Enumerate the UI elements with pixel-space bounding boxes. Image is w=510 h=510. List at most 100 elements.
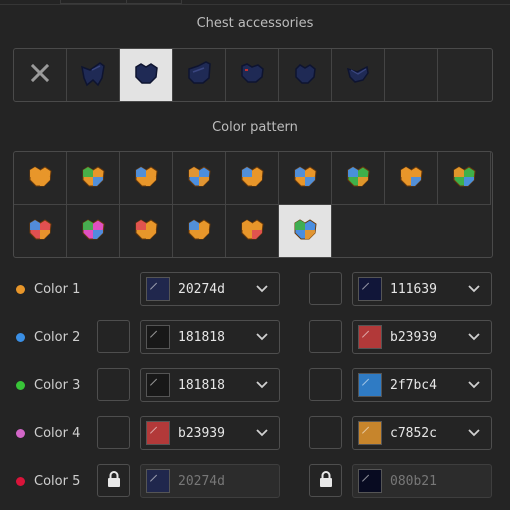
color-2-primary-picker[interactable]: 181818 — [140, 320, 280, 354]
color-4-label-text: Color 4 — [34, 425, 81, 441]
color-1-primary-picker[interactable]: 20274d — [140, 272, 280, 306]
chest-accessories-title: Chest accessories — [196, 16, 314, 31]
pattern-option-11[interactable] — [67, 205, 120, 257]
color-swatch — [358, 469, 382, 493]
color-3-label: Color 3 — [16, 375, 80, 395]
color-1-dot — [16, 284, 25, 294]
chest-option-chest-dot[interactable] — [226, 49, 279, 101]
pattern-option-10[interactable] — [14, 205, 67, 257]
color-swatch — [358, 325, 382, 349]
divider — [0, 4, 510, 5]
hex-value: 181818 — [178, 329, 225, 345]
pattern-option-9[interactable] — [438, 152, 491, 205]
color-5-secondary-toggle[interactable] — [309, 464, 342, 497]
pattern-chest-icon — [343, 161, 373, 195]
chevron-down-icon — [467, 426, 491, 440]
color-4-secondary-toggle[interactable] — [309, 416, 342, 449]
chevron-down-icon — [255, 426, 279, 440]
color-2-label: Color 2 — [16, 327, 80, 347]
pattern-chest-icon — [78, 161, 108, 195]
none-x-icon — [25, 58, 55, 92]
pattern-chest-icon — [237, 161, 267, 195]
color-3-primary-picker[interactable]: 181818 — [140, 368, 280, 402]
color-5-secondary-picker[interactable]: 080b21 — [352, 464, 492, 498]
color-5-dot — [16, 476, 25, 486]
pattern-option-1[interactable] — [14, 152, 67, 205]
color-swatch — [358, 421, 382, 445]
color-1-secondary-toggle[interactable] — [309, 272, 342, 305]
chevron-down-icon — [255, 330, 279, 344]
color-swatch — [146, 325, 170, 349]
hex-value: 111639 — [390, 281, 437, 297]
chest-option-heart-chest[interactable] — [279, 49, 332, 101]
chest-option-chest-plate[interactable] — [173, 49, 226, 101]
color-4-primary-picker[interactable]: b23939 — [140, 416, 280, 450]
color-4-secondary-picker[interactable]: c7852c — [352, 416, 492, 450]
pattern-option-14[interactable] — [226, 205, 279, 257]
color-1-label: Color 1 — [16, 279, 80, 299]
color-5-label-text: Color 5 — [34, 473, 81, 489]
pattern-chest-icon — [396, 161, 426, 195]
color-swatch — [358, 373, 382, 397]
pattern-option-6[interactable] — [279, 152, 332, 205]
color-4-dot — [16, 428, 25, 438]
tab-strip — [0, 0, 510, 5]
chest-plate-icon — [184, 58, 214, 92]
lock-icon — [106, 470, 122, 492]
color-pattern-grid — [13, 151, 493, 258]
color-pattern-title: Color pattern — [212, 120, 298, 135]
color-4-label: Color 4 — [16, 423, 80, 443]
pattern-option-2[interactable] — [67, 152, 120, 205]
color-5-label: Color 5 — [16, 471, 80, 491]
hex-value: 181818 — [178, 377, 225, 393]
pattern-option-5[interactable] — [226, 152, 279, 205]
color-swatch — [146, 421, 170, 445]
pattern-option-13[interactable] — [173, 205, 226, 257]
pattern-chest-icon — [290, 214, 320, 248]
pattern-option-4[interactable] — [173, 152, 226, 205]
heart-chest-icon — [290, 58, 320, 92]
color-4-primary-toggle[interactable] — [97, 416, 130, 449]
hex-value: c7852c — [390, 425, 437, 441]
chest-option-round-chest[interactable] — [120, 49, 173, 101]
pattern-chest-icon — [78, 214, 108, 248]
chest-dot-icon — [237, 58, 267, 92]
color-2-dot — [16, 332, 25, 342]
pattern-option-3[interactable] — [120, 152, 173, 205]
hex-value: 20274d — [178, 281, 225, 297]
color-2-secondary-picker[interactable]: b23939 — [352, 320, 492, 354]
color-5-primary-picker[interactable]: 20274d — [140, 464, 280, 498]
pattern-chest-icon — [290, 161, 320, 195]
chest-option-none-x[interactable] — [14, 49, 67, 101]
color-swatch — [358, 277, 382, 301]
color-swatch — [146, 373, 170, 397]
color-3-secondary-picker[interactable]: 2f7bc4 — [352, 368, 492, 402]
color-2-primary-toggle[interactable] — [97, 320, 130, 353]
color-swatch — [146, 469, 170, 493]
color-5-primary-toggle[interactable] — [97, 464, 130, 497]
hex-value: 20274d — [178, 473, 225, 489]
pattern-chest-icon — [25, 214, 55, 248]
pattern-option-7[interactable] — [332, 152, 385, 205]
color-2-secondary-toggle[interactable] — [309, 320, 342, 353]
pattern-chest-icon — [131, 214, 161, 248]
color-3-primary-toggle[interactable] — [97, 368, 130, 401]
color-1-secondary-picker[interactable]: 111639 — [352, 272, 492, 306]
pattern-option-8[interactable] — [385, 152, 438, 205]
hex-value: b23939 — [390, 329, 437, 345]
pattern-option-12[interactable] — [120, 205, 173, 257]
color-2-label-text: Color 2 — [34, 329, 81, 345]
chevron-down-icon — [467, 282, 491, 296]
hex-value: 080b21 — [390, 473, 437, 489]
color-3-secondary-toggle[interactable] — [309, 368, 342, 401]
chest-option-scarf[interactable] — [332, 49, 385, 101]
hex-value: b23939 — [178, 425, 225, 441]
chevron-down-icon — [255, 378, 279, 392]
pattern-chest-icon — [449, 161, 479, 195]
pattern-option-15[interactable] — [279, 205, 332, 257]
chest-option-wrap[interactable] — [67, 49, 120, 101]
color-1-label-text: Color 1 — [34, 281, 81, 297]
chest-option-empty-slot[interactable] — [385, 49, 438, 101]
color-swatch — [146, 277, 170, 301]
color-3-label-text: Color 3 — [34, 377, 81, 393]
